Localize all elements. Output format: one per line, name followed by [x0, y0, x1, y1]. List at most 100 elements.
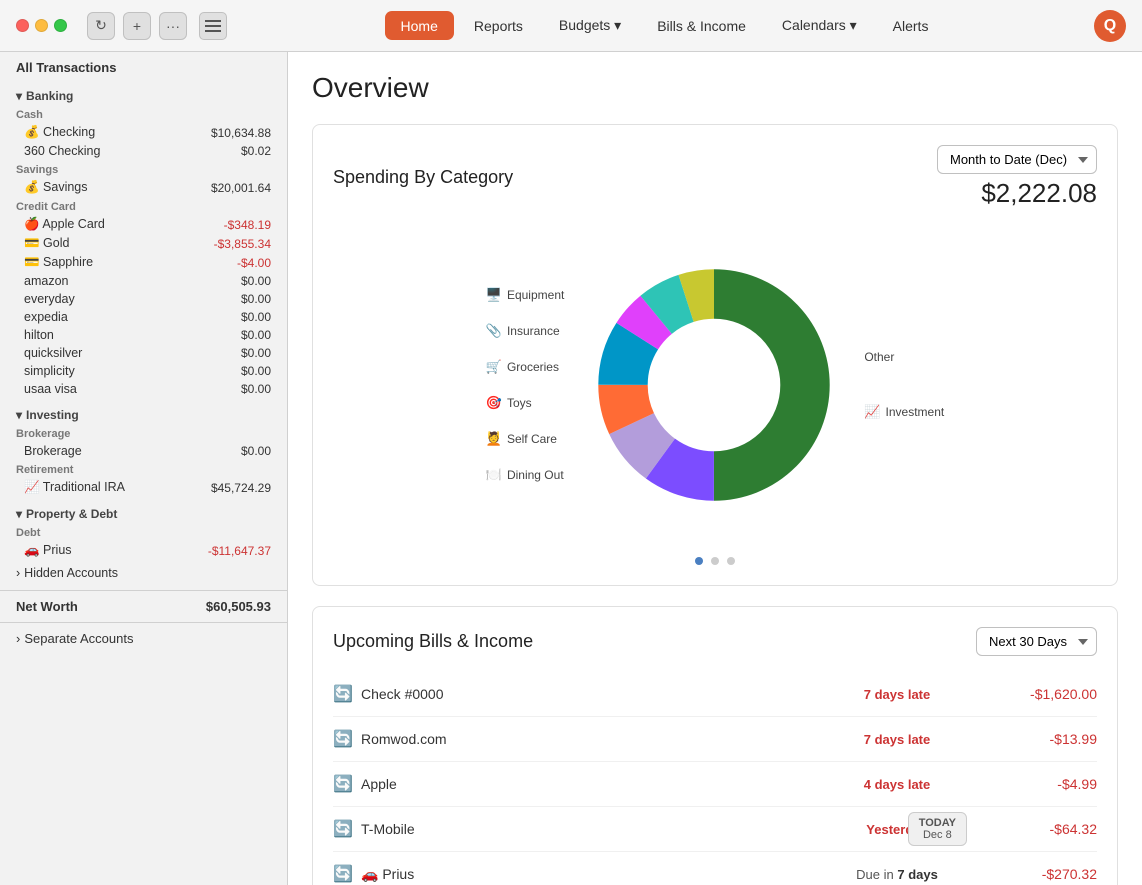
nav-budgets[interactable]: Budgets ▾: [543, 11, 637, 40]
chart-container: 🖥️ Equipment 📎 Insurance 🛒 Groceries 🎯 T…: [333, 225, 1097, 545]
label-insurance: 📎 Insurance: [486, 323, 565, 339]
bill-status: 7 days late: [817, 687, 977, 702]
close-button[interactable]: [16, 19, 29, 32]
bills-card-header: Upcoming Bills & Income Next 30 Days Nex…: [333, 627, 1097, 656]
bill-row-prius[interactable]: 🔄 🚗 Prius Due in 7 days -$270.32: [333, 852, 1097, 885]
bill-icon: 🔄: [333, 819, 361, 839]
banking-section: ▾ Banking Cash 💰 Checking $10,634.88 360…: [0, 83, 287, 398]
dot-1[interactable]: [695, 557, 703, 565]
net-worth-row: Net Worth $60,505.93: [0, 590, 287, 622]
bill-row-romwod[interactable]: 🔄 Romwod.com 7 days late -$13.99: [333, 717, 1097, 762]
titlebar-controls: ↻ + ···: [87, 12, 187, 40]
bill-status: Due in 7 days: [817, 867, 977, 882]
chevron-down-icon: ▾: [16, 507, 22, 521]
separate-accounts-link[interactable]: › Separate Accounts: [0, 622, 287, 654]
maximize-button[interactable]: [54, 19, 67, 32]
bills-card: Upcoming Bills & Income Next 30 Days Nex…: [312, 606, 1118, 885]
usaa-visa-account[interactable]: usaa visa $0.00: [0, 380, 287, 398]
bill-row-tmobile[interactable]: 🔄 T-Mobile Yesterday -$64.32 TODAY Dec 8: [333, 807, 1097, 852]
more-button[interactable]: ···: [159, 12, 187, 40]
chevron-right-icon: ›: [16, 631, 20, 646]
bill-status: 4 days late: [817, 777, 977, 792]
content-area: Overview Spending By Category Month to D…: [288, 52, 1142, 885]
chart-left-labels: 🖥️ Equipment 📎 Insurance 🛒 Groceries 🎯 T…: [486, 287, 565, 483]
chevron-down-icon: ▾: [16, 89, 22, 103]
period-selector[interactable]: Month to Date (Dec) Last Month Year to D…: [937, 145, 1097, 174]
net-worth-label: Net Worth: [16, 599, 78, 614]
bills-period-selector[interactable]: Next 30 Days Next 7 Days Next 60 Days: [976, 627, 1097, 656]
bill-icon: 🔄: [333, 774, 361, 794]
bill-amount: -$64.32: [977, 821, 1097, 837]
quicken-logo: Q: [1094, 10, 1126, 42]
chevron-right-icon: ›: [16, 566, 20, 580]
amazon-account[interactable]: amazon $0.00: [0, 272, 287, 290]
dot-2[interactable]: [711, 557, 719, 565]
net-worth-value: $60,505.93: [206, 599, 271, 614]
cash-subsection: Cash: [0, 105, 287, 123]
bills-card-title: Upcoming Bills & Income: [333, 631, 533, 652]
checking-account[interactable]: 💰 Checking $10,634.88: [0, 123, 287, 142]
traffic-lights: [16, 19, 67, 32]
nav-calendars[interactable]: Calendars ▾: [766, 11, 873, 40]
donut-chart: [584, 255, 844, 515]
banking-title[interactable]: ▾ Banking: [0, 83, 287, 105]
hidden-accounts[interactable]: › Hidden Accounts: [0, 564, 287, 582]
today-marker: TODAY Dec 8: [908, 812, 967, 846]
bill-amount: -$270.32: [977, 866, 1097, 882]
all-transactions-link[interactable]: All Transactions: [0, 52, 287, 83]
brokerage-account[interactable]: Brokerage $0.00: [0, 442, 287, 460]
bills-list: 🔄 Check #0000 7 days late -$1,620.00 🔄 R…: [333, 672, 1097, 885]
label-groceries: 🛒 Groceries: [486, 359, 565, 375]
hilton-account[interactable]: hilton $0.00: [0, 326, 287, 344]
sidebar-toggle-button[interactable]: [199, 12, 227, 40]
brokerage-subsection: Brokerage: [0, 424, 287, 442]
debt-subsection: Debt: [0, 523, 287, 541]
main-layout: All Transactions ▾ Banking Cash 💰 Checki…: [0, 52, 1142, 885]
add-tab-button[interactable]: +: [123, 12, 151, 40]
bill-row-apple[interactable]: 🔄 Apple 4 days late -$4.99: [333, 762, 1097, 807]
retirement-subsection: Retirement: [0, 460, 287, 478]
pagination-dots: [333, 557, 1097, 565]
apple-card-account[interactable]: 🍎 Apple Card -$348.19: [0, 215, 287, 234]
savings-account[interactable]: 💰 Savings $20,001.64: [0, 178, 287, 197]
label-investment: 📈 Investment: [864, 404, 944, 420]
page-title: Overview: [312, 72, 1118, 104]
label-toys: 🎯 Toys: [486, 395, 565, 411]
bill-amount: -$4.99: [977, 776, 1097, 792]
simplicity-account[interactable]: simplicity $0.00: [0, 362, 287, 380]
bill-row-check0000[interactable]: 🔄 Check #0000 7 days late -$1,620.00: [333, 672, 1097, 717]
nav-reports[interactable]: Reports: [458, 11, 539, 40]
chevron-down-icon: ▾: [16, 408, 22, 422]
prius-account[interactable]: 🚗 Prius -$11,647.37: [0, 541, 287, 560]
chart-right-labels: Other 📈 Investment: [864, 350, 944, 420]
nav-home[interactable]: Home: [385, 11, 454, 40]
ira-account[interactable]: 📈 Traditional IRA $45,724.29: [0, 478, 287, 497]
quicksilver-account[interactable]: quicksilver $0.00: [0, 344, 287, 362]
bill-status: 7 days late: [817, 732, 977, 747]
bill-amount: -$13.99: [977, 731, 1097, 747]
main-nav: Home Reports Budgets ▾ Bills & Income Ca…: [247, 11, 1082, 40]
savings-subsection: Savings: [0, 160, 287, 178]
sidebar: All Transactions ▾ Banking Cash 💰 Checki…: [0, 52, 288, 885]
investing-section: ▾ Investing Brokerage Brokerage $0.00 Re…: [0, 402, 287, 497]
nav-alerts[interactable]: Alerts: [877, 11, 945, 40]
label-other: Other: [864, 350, 944, 364]
property-debt-title[interactable]: ▾ Property & Debt: [0, 501, 287, 523]
label-equipment: 🖥️ Equipment: [486, 287, 565, 303]
titlebar: ↻ + ··· Home Reports Budgets ▾ Bills & I…: [0, 0, 1142, 52]
everyday-account[interactable]: everyday $0.00: [0, 290, 287, 308]
360-checking-account[interactable]: 360 Checking $0.02: [0, 142, 287, 160]
spending-card: Spending By Category Month to Date (Dec)…: [312, 124, 1118, 586]
gold-account[interactable]: 💳 Gold -$3,855.34: [0, 234, 287, 253]
expedia-account[interactable]: expedia $0.00: [0, 308, 287, 326]
dot-3[interactable]: [727, 557, 735, 565]
nav-bills-income[interactable]: Bills & Income: [641, 11, 762, 40]
bill-icon: 🔄: [333, 684, 361, 704]
investing-title[interactable]: ▾ Investing: [0, 402, 287, 424]
minimize-button[interactable]: [35, 19, 48, 32]
bill-icon: 🔄: [333, 729, 361, 749]
refresh-button[interactable]: ↻: [87, 12, 115, 40]
sapphire-account[interactable]: 💳 Sapphire -$4.00: [0, 253, 287, 272]
property-debt-section: ▾ Property & Debt Debt 🚗 Prius -$11,647.…: [0, 501, 287, 560]
spending-card-title: Spending By Category: [333, 167, 513, 188]
